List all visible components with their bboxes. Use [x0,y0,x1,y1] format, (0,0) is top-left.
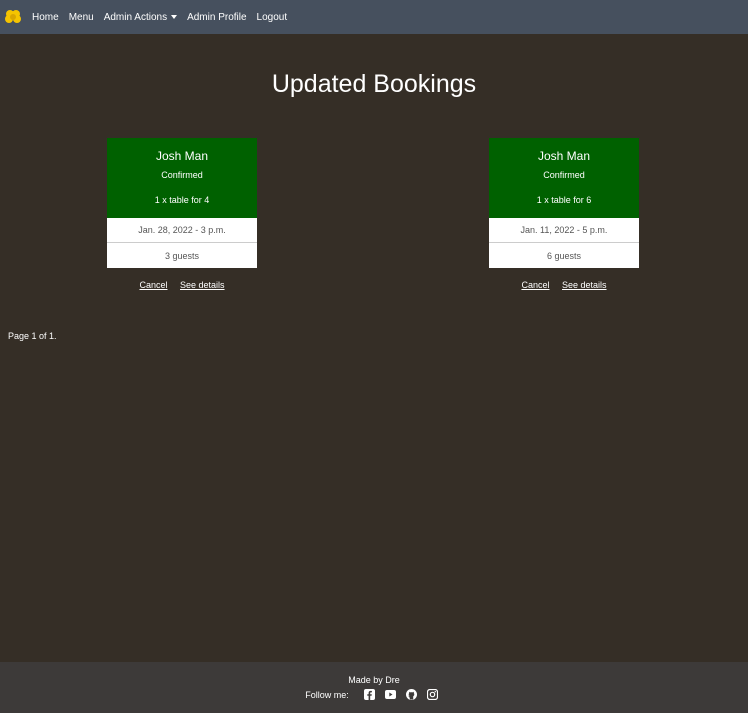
booking-card: Josh Man Confirmed 1 x table for 4 Jan. … [107,138,257,268]
social-links: Follow me: [0,688,748,701]
github-icon[interactable] [405,689,417,700]
booking-guests: 6 guests [489,243,639,268]
nav-logout[interactable]: Logout [257,12,288,23]
cancel-booking-link[interactable]: Cancel [139,280,167,290]
nav-admin-actions-dropdown[interactable]: Admin Actions [103,11,178,23]
nav-menu[interactable]: Menu [69,12,94,23]
booking-card-header: Josh Man Confirmed 1 x table for 6 [489,138,639,218]
see-details-link[interactable]: See details [562,280,607,290]
facebook-icon[interactable] [363,689,375,700]
cancel-booking-link[interactable]: Cancel [521,280,549,290]
follow-label: Follow me: [305,689,349,700]
page-title: Updated Bookings [271,70,477,98]
youtube-icon[interactable] [384,689,396,700]
booking-card-header: Josh Man Confirmed 1 x table for 4 [107,138,257,218]
instagram-icon[interactable] [426,688,438,701]
navbar: Home Menu Admin Actions Admin Profile Lo… [0,0,748,34]
booking-name: Josh Man [537,149,591,163]
nav-home[interactable]: Home [32,12,59,23]
footer-credit: Made by Dre [348,675,400,685]
caret-down-icon [171,15,178,19]
nav-admin-actions-label: Admin Actions [103,11,168,23]
pagination-text: Page 1 of 1. [8,331,57,341]
booking-datetime: Jan. 11, 2022 - 5 p.m. [489,218,639,243]
booking-card: Josh Man Confirmed 1 x table for 6 Jan. … [489,138,639,268]
nav-admin-profile[interactable]: Admin Profile [187,12,246,23]
booking-table: 1 x table for 4 [154,195,210,205]
booking-name: Josh Man [155,149,209,163]
booking-status: Confirmed [161,170,203,180]
booking-status: Confirmed [543,170,585,180]
logo-icon[interactable] [4,8,22,26]
footer: Made by Dre Follow me: [0,662,748,713]
booking-actions: Cancel See details [107,280,257,290]
booking-datetime: Jan. 28, 2022 - 3 p.m. [107,218,257,243]
booking-table: 1 x table for 6 [536,195,592,205]
see-details-link[interactable]: See details [180,280,225,290]
booking-guests: 3 guests [107,243,257,268]
booking-actions: Cancel See details [489,280,639,290]
